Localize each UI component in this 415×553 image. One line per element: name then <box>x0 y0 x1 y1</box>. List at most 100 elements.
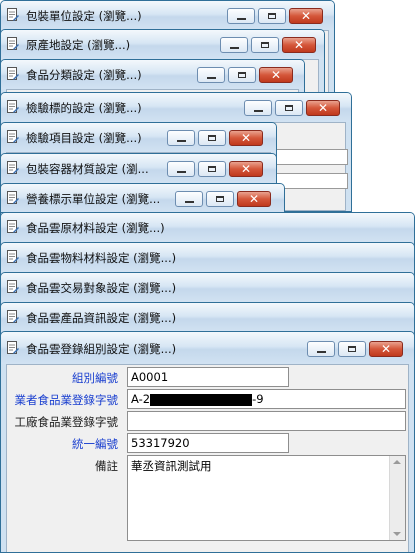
title-bar[interactable]: 檢驗項目設定 (瀏覽...) ✕ <box>1 123 276 152</box>
title-bar[interactable]: 包裝容器材質設定 (瀏... ✕ <box>1 154 276 183</box>
title-bar[interactable]: 食品雲登錄組別設定 (瀏覽...) ✕ <box>1 332 414 364</box>
note-scrollbar[interactable] <box>389 456 405 540</box>
window-title: 檢驗標的設定 (瀏覽...) <box>26 101 142 115</box>
note-text: 華丞資訊測試用 <box>131 459 212 473</box>
close-icon: ✕ <box>240 162 252 176</box>
window-title: 包裝單位設定 (瀏覽...) <box>26 9 142 23</box>
minimize-button[interactable] <box>175 191 203 207</box>
minimize-icon <box>176 139 186 142</box>
close-icon: ✕ <box>300 9 312 23</box>
close-button[interactable]: ✕ <box>229 130 263 146</box>
close-button[interactable]: ✕ <box>282 37 316 53</box>
minimize-button[interactable] <box>220 37 248 53</box>
minimize-button[interactable] <box>197 67 225 83</box>
close-button[interactable]: ✕ <box>237 191 271 207</box>
minimize-icon <box>316 350 326 353</box>
maximize-icon <box>208 166 216 172</box>
maximize-button[interactable] <box>258 8 286 24</box>
factory-reg-no-input[interactable] <box>127 411 406 431</box>
close-icon: ✕ <box>317 101 329 115</box>
input-field[interactable] <box>272 149 348 165</box>
scroll-down-icon[interactable] <box>393 532 401 536</box>
document-edit-icon <box>7 100 19 113</box>
document-edit-icon <box>7 67 19 80</box>
scroll-up-icon[interactable] <box>393 460 401 464</box>
document-edit-icon <box>7 130 19 143</box>
form-body: 組別編號 A0001 業者食品業登錄字號 A-2 -9 工廠食品業登錄字號 統一編… <box>6 364 409 552</box>
window-nutrition-unit[interactable]: 營養標示單位設定 (瀏覽... ✕ <box>0 183 285 213</box>
maximize-button[interactable] <box>251 37 279 53</box>
minimize-button[interactable] <box>227 8 255 24</box>
note-textarea[interactable]: 華丞資訊測試用 <box>127 455 406 541</box>
title-bar[interactable]: 食品雲原材料設定 (瀏覽...) <box>1 213 414 242</box>
title-bar[interactable]: 包裝單位設定 (瀏覽...) ✕ <box>1 1 334 30</box>
factory-reg-no-label: 工廠食品業登錄字號 <box>14 415 119 429</box>
title-bar[interactable]: 原產地設定 (瀏覽...) ✕ <box>1 30 324 59</box>
window-title: 食品雲登錄組別設定 (瀏覽...) <box>26 342 177 356</box>
title-bar[interactable]: 營養標示單位設定 (瀏覽... ✕ <box>1 184 284 212</box>
minimize-icon <box>206 76 216 79</box>
title-bar[interactable]: 食品雲交易對象設定 (瀏覽...) <box>1 273 414 302</box>
window-title: 食品雲產品資訊設定 (瀏覽...) <box>26 311 177 325</box>
maximize-icon <box>208 135 216 141</box>
close-icon: ✕ <box>380 342 392 356</box>
minimize-icon <box>184 200 194 203</box>
note-label: 備註 <box>95 459 118 473</box>
close-button[interactable]: ✕ <box>259 67 293 83</box>
maximize-icon <box>216 196 224 202</box>
document-edit-icon <box>7 280 19 293</box>
window-title: 食品雲原材料設定 (瀏覽...) <box>26 221 165 235</box>
maximize-icon <box>348 346 356 352</box>
reg-no-suffix: -9 <box>252 392 264 406</box>
minimize-button[interactable] <box>167 161 195 177</box>
close-button[interactable]: ✕ <box>306 100 340 116</box>
close-button[interactable]: ✕ <box>289 8 323 24</box>
maximize-button[interactable] <box>198 161 226 177</box>
title-bar[interactable]: 食品分類設定 (瀏覽...) ✕ <box>1 60 304 89</box>
maximize-icon <box>285 105 293 111</box>
reg-no-prefix: A-2 <box>131 392 151 406</box>
maximize-button[interactable] <box>206 191 234 207</box>
minimize-icon <box>236 17 246 20</box>
minimize-button[interactable] <box>244 100 272 116</box>
maximize-icon <box>268 13 276 19</box>
group-code-input[interactable]: A0001 <box>127 367 289 387</box>
window-title: 原產地設定 (瀏覽...) <box>26 38 131 52</box>
minimize-button[interactable] <box>307 341 335 357</box>
close-button[interactable]: ✕ <box>369 341 403 357</box>
business-reg-no-input[interactable]: A-2 -9 <box>127 389 406 409</box>
close-button[interactable]: ✕ <box>229 161 263 177</box>
title-bar[interactable]: 食品雲產品資訊設定 (瀏覽...) <box>1 303 414 332</box>
window-title: 包裝容器材質設定 (瀏... <box>26 162 149 176</box>
title-bar[interactable]: 食品雲物料材料設定 (瀏覽...) <box>1 243 414 272</box>
maximize-button[interactable] <box>198 130 226 146</box>
minimize-button[interactable] <box>167 130 195 146</box>
window-title: 檢驗項目設定 (瀏覽...) <box>26 131 142 145</box>
tax-id-label: 統一編號 <box>72 437 118 451</box>
window-title: 食品雲物料材料設定 (瀏覽...) <box>26 251 177 265</box>
document-edit-icon <box>7 191 19 204</box>
maximize-button[interactable] <box>275 100 303 116</box>
document-edit-icon <box>7 250 19 263</box>
maximize-button[interactable] <box>338 341 366 357</box>
title-bar[interactable]: 檢驗標的設定 (瀏覽...) ✕ <box>1 93 351 122</box>
minimize-icon <box>253 109 263 112</box>
minimize-icon <box>176 170 186 173</box>
window-title: 食品雲交易對象設定 (瀏覽...) <box>26 281 177 295</box>
business-reg-no-label: 業者食品業登錄字號 <box>14 393 119 407</box>
window-title: 營養標示單位設定 (瀏覽... <box>26 192 161 206</box>
window-registration-group[interactable]: 食品雲登錄組別設定 (瀏覽...) ✕ 組別編號 A0001 業者食品業登錄字號… <box>0 331 415 553</box>
maximize-button[interactable] <box>228 67 256 83</box>
close-icon: ✕ <box>248 192 260 206</box>
document-edit-icon <box>7 161 19 174</box>
document-edit-icon <box>7 341 19 354</box>
minimize-icon <box>229 46 239 49</box>
group-code-label: 組別編號 <box>72 371 118 385</box>
close-icon: ✕ <box>293 38 305 52</box>
close-icon: ✕ <box>240 131 252 145</box>
maximize-icon <box>261 42 269 48</box>
window-title: 食品分類設定 (瀏覽...) <box>26 68 142 82</box>
maximize-icon <box>238 72 246 78</box>
redaction-bar <box>150 393 253 406</box>
tax-id-input[interactable]: 53317920 <box>127 433 289 453</box>
